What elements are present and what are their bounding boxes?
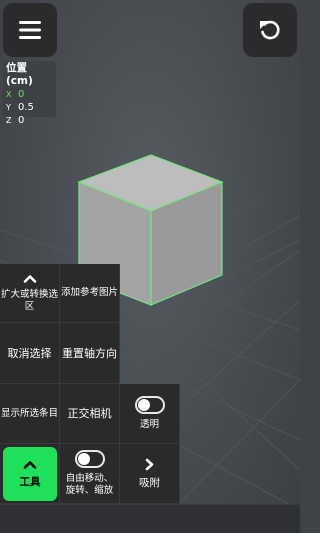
show-selected-button[interactable]: 显示所选条目	[0, 384, 60, 444]
z-value: 0	[18, 115, 25, 126]
free-transform-toggle-button[interactable]: 自由移动、旋转、缩放	[60, 444, 120, 504]
show-selected-label: 显示所选条目	[0, 407, 58, 419]
snap-button[interactable]: 吸附	[120, 444, 180, 504]
reset-axis-button[interactable]: 重置轴方向	[60, 323, 120, 384]
transparent-toggle[interactable]	[134, 396, 165, 414]
x-axis-label: X	[6, 90, 12, 99]
free-transform-label: 自由移动、旋转、缩放	[65, 473, 114, 496]
menu-button[interactable]	[3, 3, 57, 57]
hamburger-menu-icon	[19, 21, 41, 39]
undo-button[interactable]	[243, 3, 297, 57]
position-panel: 位置 (cm) X 0 Y 0.5 Z 0	[3, 61, 56, 126]
transparent-toggle-button[interactable]: 透明	[120, 384, 180, 444]
add-reference-image-button[interactable]: 添加参考图片	[60, 264, 120, 323]
toggle-knob	[137, 399, 150, 411]
transparent-label: 透明	[139, 419, 159, 430]
x-value: 0	[18, 89, 25, 100]
position-title: 位置 (cm)	[6, 62, 33, 87]
tools-button[interactable]: 工具	[3, 447, 57, 501]
y-axis-label: Y	[6, 103, 11, 112]
toggle-knob	[77, 453, 90, 465]
chevron-right-icon	[145, 458, 154, 470]
undo-icon	[260, 20, 280, 40]
ortho-camera-button[interactable]: 正交相机	[60, 384, 120, 444]
bottom-bar	[0, 504, 300, 533]
y-value: 0.5	[18, 102, 34, 113]
expand-selection-button[interactable]: 扩大或转换选区	[0, 264, 60, 323]
position-x-row: X 0	[6, 88, 53, 101]
chevron-up-icon	[23, 274, 36, 283]
position-y-row: Y 0.5	[6, 101, 53, 114]
deselect-label: 取消选择	[7, 346, 52, 360]
reset-axis-label: 重置轴方向	[62, 346, 117, 360]
tools-label: 工具	[19, 475, 41, 488]
ortho-camera-label: 正交相机	[67, 407, 112, 420]
z-axis-label: Z	[6, 116, 12, 125]
tools-button-cell: 工具	[0, 444, 60, 504]
free-transform-toggle[interactable]	[74, 450, 105, 468]
snap-label: 吸附	[139, 476, 160, 489]
position-z-row: Z 0	[6, 114, 53, 127]
deselect-button[interactable]: 取消选择	[0, 323, 60, 384]
add-reference-image-label: 添加参考图片	[60, 287, 118, 298]
expand-selection-label: 扩大或转换选区	[0, 288, 58, 312]
chevron-up-icon	[23, 460, 37, 469]
